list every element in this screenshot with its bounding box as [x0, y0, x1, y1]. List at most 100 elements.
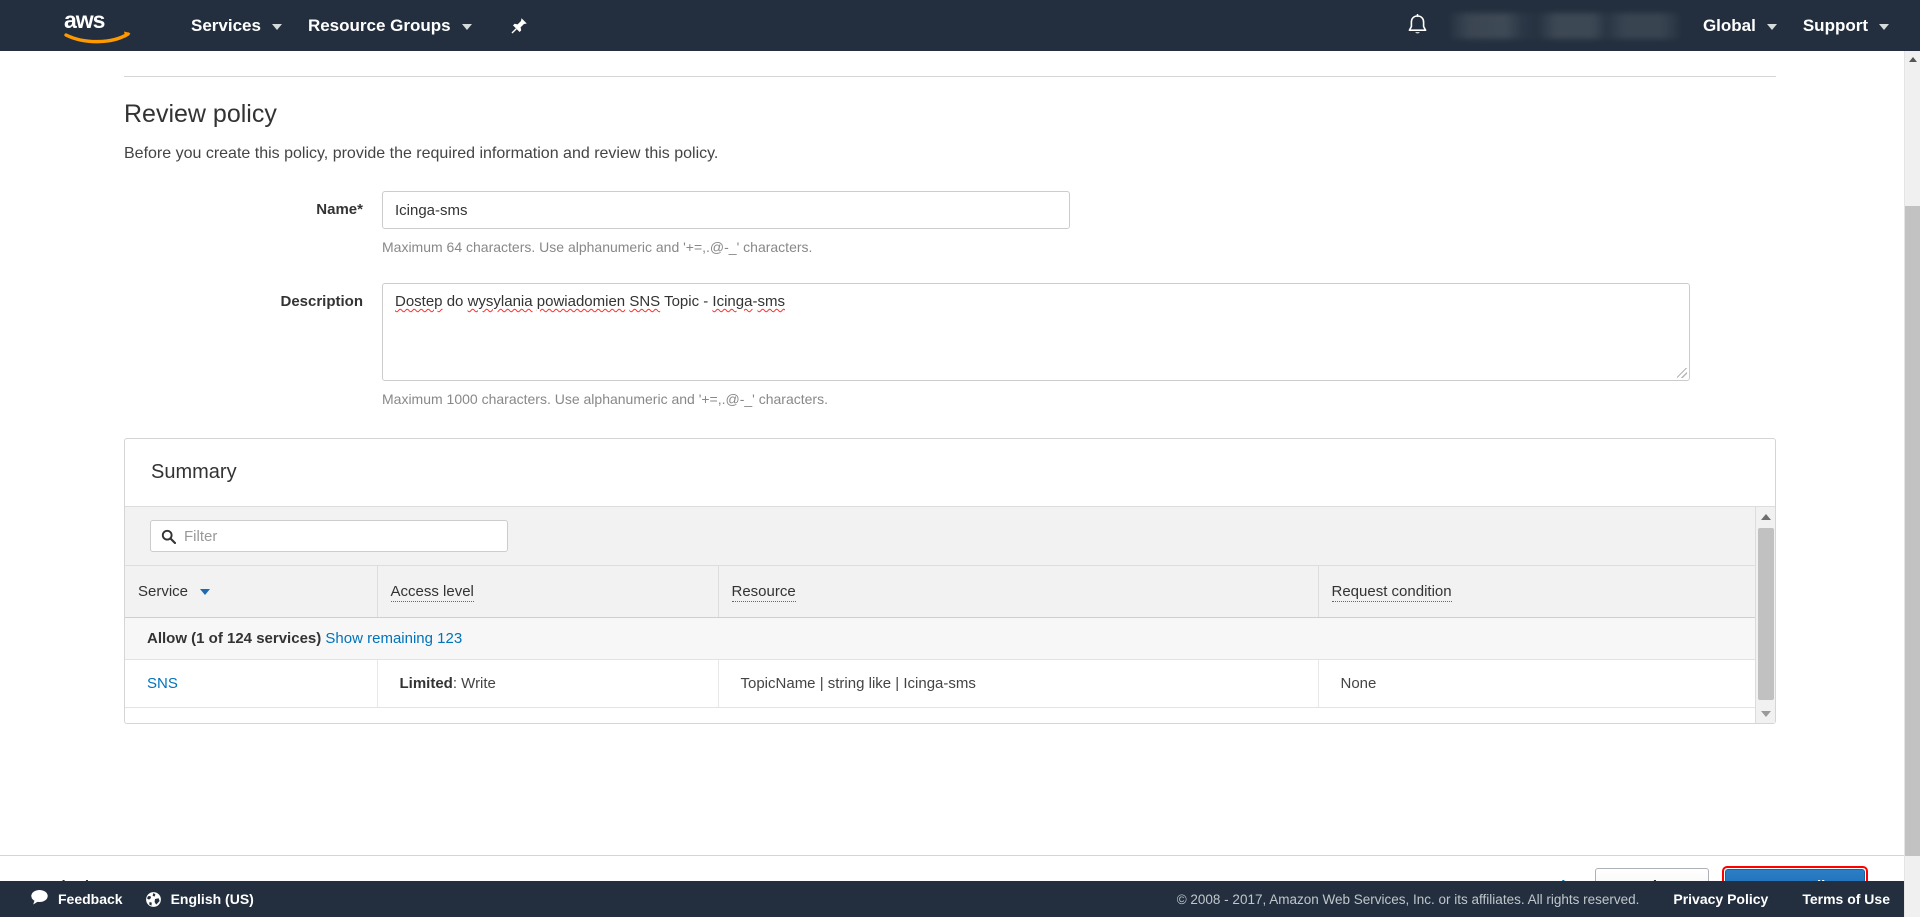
cell-request-condition: None	[1318, 659, 1757, 708]
globe-icon-svg	[145, 891, 161, 907]
language-selector-link[interactable]: English (US)	[171, 891, 254, 907]
summary-scroll-region: Filter Service Access level Resource Req…	[125, 506, 1775, 723]
column-header-resource[interactable]: Resource	[718, 566, 1319, 618]
filter-placeholder-text: Filter	[184, 527, 218, 545]
allow-services-count: Allow (1 of 124 services)	[147, 629, 322, 647]
column-header-request-condition[interactable]: Request condition	[1318, 566, 1757, 618]
description-form-row: Description Dostep do wysylania powiadom…	[124, 283, 1776, 407]
nav-left-group: aws Services Resource Groups	[0, 0, 538, 51]
summary-heading: Summary	[151, 461, 237, 483]
svg-text:aws: aws	[64, 7, 105, 33]
triangle-up-icon	[1909, 57, 1917, 62]
nav-services-menu[interactable]: Services	[178, 0, 295, 51]
aws-logo[interactable]: aws	[62, 6, 138, 46]
table-header: Service Access level Resource Request co…	[125, 566, 1757, 618]
table-header-row: Service Access level Resource Request co…	[125, 566, 1757, 618]
name-help-text: Maximum 64 characters. Use alphanumeric …	[382, 239, 813, 255]
column-header-service[interactable]: Service	[125, 566, 378, 618]
search-icon-svg	[161, 529, 176, 544]
summary-scroll-up-button[interactable]	[1756, 507, 1775, 527]
column-header-access-level-label: Access level	[390, 582, 474, 602]
page-body: Review policy Before you create this pol…	[0, 51, 1904, 917]
page-subtitle: Before you create this policy, provide t…	[124, 145, 719, 162]
column-header-access-level[interactable]: Access level	[377, 566, 719, 618]
nav-resource-groups-label: Resource Groups	[307, 16, 451, 35]
description-label: Description	[280, 293, 363, 310]
browser-scrollbar[interactable]	[1904, 51, 1920, 917]
desc-word-3: powiadomien	[536, 293, 626, 310]
feedback-link[interactable]: Feedback	[58, 891, 123, 907]
group-row-cell: Allow (1 of 124 services) Show remaining…	[125, 617, 1757, 660]
sort-descending-icon	[200, 588, 211, 595]
summary-scrollbar-thumb[interactable]	[1758, 528, 1774, 700]
pin-icon-svg	[511, 18, 527, 34]
top-navigation-bar: aws Services Resource Groups Global Supp…	[0, 0, 1920, 51]
pin-icon[interactable]	[501, 0, 538, 51]
description-field-column: Dostep do wysylania powiadomien SNS Topi…	[382, 283, 1776, 407]
speech-bubble-icon	[30, 889, 49, 910]
table-row: SNS Limited: Write TopicName | string li…	[125, 659, 1757, 708]
policy-description-textarea[interactable]: Dostep do wysylania powiadomien SNS Topi…	[382, 283, 1690, 381]
browser-scroll-up-button[interactable]	[1905, 51, 1920, 68]
summary-panel: Summary Filter Service Access level Reso…	[124, 438, 1776, 724]
name-form-row: Name* Maximum 64 characters. Use alphanu…	[124, 191, 1776, 255]
table-group-row: Allow (1 of 124 services) Show remaining…	[125, 617, 1757, 660]
chevron-down-icon	[1879, 23, 1889, 30]
chevron-down-icon	[271, 23, 282, 30]
permissions-summary-table: Service Access level Resource Request co…	[125, 566, 1757, 708]
desc-word-1: Dostep	[395, 293, 443, 310]
content-area: Review policy Before you create this pol…	[124, 51, 1776, 724]
description-help-text: Maximum 1000 characters. Use alphanumeri…	[382, 391, 828, 407]
name-field-column: Maximum 64 characters. Use alphanumeric …	[382, 191, 1776, 255]
privacy-policy-link[interactable]: Privacy Policy	[1673, 891, 1768, 907]
bell-icon	[1408, 14, 1427, 34]
filter-input-box[interactable]: Filter	[150, 520, 508, 552]
aws-logo-svg: aws	[64, 7, 131, 43]
access-level-type: Limited	[399, 674, 453, 692]
column-header-service-label: Service	[138, 582, 189, 600]
search-icon	[161, 529, 176, 544]
cell-resource: TopicName | string like | Icinga-sms	[718, 659, 1319, 708]
cell-access-level: Limited: Write	[377, 659, 719, 708]
nav-resource-groups-menu[interactable]: Resource Groups	[295, 0, 485, 51]
name-label: Name*	[316, 201, 363, 218]
desc-word-6: sms	[757, 293, 785, 310]
textarea-resize-handle[interactable]	[1677, 368, 1687, 378]
copyright-text: © 2008 - 2017, Amazon Web Services, Inc.…	[1176, 891, 1640, 907]
service-link-sns[interactable]: SNS	[147, 675, 178, 692]
show-remaining-services-link[interactable]: Show remaining 123	[325, 630, 462, 647]
desc-text-1: do	[442, 293, 468, 310]
desc-text-4: Topic -	[660, 293, 713, 310]
summary-scroll-down-button[interactable]	[1756, 704, 1775, 723]
nav-services-label: Services	[191, 16, 261, 35]
chevron-down-icon	[1766, 23, 1777, 30]
table-body: Allow (1 of 124 services) Show remaining…	[125, 617, 1757, 708]
globe-icon	[145, 891, 162, 908]
nav-support-label: Support	[1802, 16, 1868, 35]
nav-region-menu[interactable]: Global	[1690, 0, 1790, 51]
speech-bubble-icon-svg	[31, 889, 48, 904]
nav-region-label: Global	[1702, 16, 1756, 35]
footer-right-group: © 2008 - 2017, Amazon Web Services, Inc.…	[1177, 891, 1920, 907]
column-header-request-condition-label: Request condition	[1331, 582, 1452, 602]
terms-of-use-link[interactable]: Terms of Use	[1802, 891, 1890, 907]
triangle-down-icon	[1761, 711, 1771, 717]
page-title: Review policy	[124, 100, 277, 128]
cell-service: SNS	[125, 659, 378, 708]
access-level-detail: : Write	[452, 674, 496, 692]
chevron-down-icon	[461, 23, 472, 30]
notifications-bell-button[interactable]	[1385, 0, 1450, 51]
page-footer: Feedback English (US) © 2008 - 2017, Ama…	[0, 881, 1920, 917]
browser-scrollbar-thumb[interactable]	[1905, 206, 1920, 856]
account-menu[interactable]	[1449, 12, 1680, 39]
filter-bar: Filter	[125, 507, 1775, 566]
policy-name-input[interactable]	[382, 191, 1070, 229]
footer-left-group: Feedback English (US)	[30, 889, 254, 910]
desc-word-4: SNS	[629, 293, 661, 310]
desc-word-5: Icinga	[712, 293, 753, 310]
nav-right-group: Global Support	[1385, 0, 1920, 51]
summary-scrollbar[interactable]	[1755, 507, 1775, 723]
top-divider	[124, 76, 1776, 77]
column-header-resource-label: Resource	[731, 582, 796, 602]
nav-support-menu[interactable]: Support	[1790, 0, 1902, 51]
